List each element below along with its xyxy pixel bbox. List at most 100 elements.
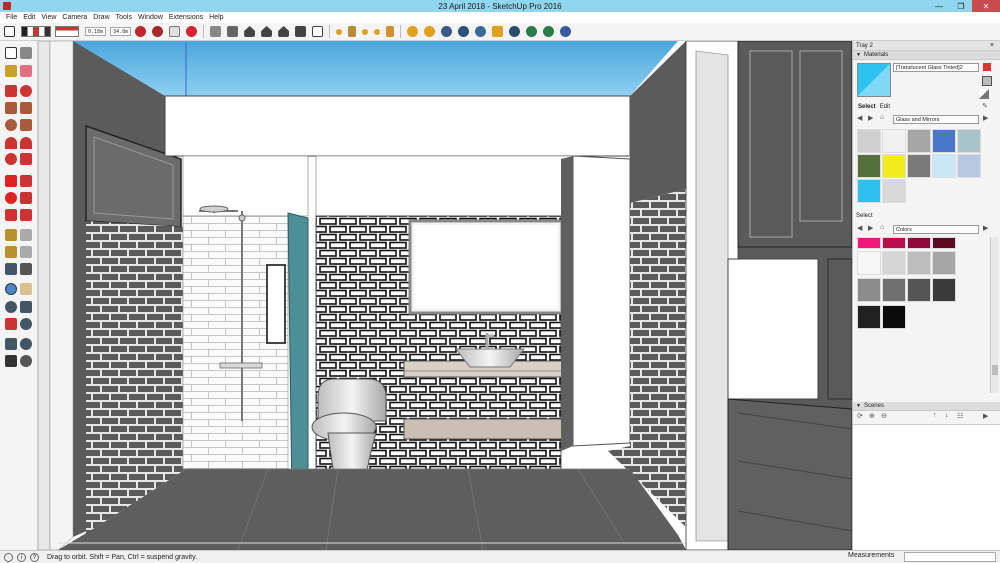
menu-file[interactable]: File [3, 14, 20, 21]
color-swatch[interactable] [857, 237, 881, 249]
material-swatch[interactable] [957, 154, 981, 178]
look-around-icon[interactable] [20, 338, 32, 350]
tape-measure-icon[interactable] [5, 229, 17, 241]
create-material-icon[interactable] [983, 63, 991, 71]
line-tool-icon[interactable] [5, 85, 17, 97]
earth-icon[interactable] [475, 26, 487, 37]
shadow-icon[interactable] [407, 26, 419, 37]
photo-match-icon[interactable] [509, 26, 521, 37]
scrollbar-thumb[interactable] [992, 365, 998, 375]
material-name-field[interactable]: [Translucent Glass Tinted]2 [893, 63, 979, 72]
drape-icon[interactable] [386, 26, 395, 37]
sandbox-icon[interactable] [336, 28, 343, 35]
color-swatch[interactable] [932, 278, 956, 302]
rotated-rect-icon[interactable] [20, 102, 32, 114]
outliner-icon[interactable] [543, 26, 555, 37]
menu-view[interactable]: View [38, 14, 59, 21]
material-library-select[interactable]: Glass and Mirrors [893, 115, 979, 124]
color-swatch[interactable] [882, 251, 906, 275]
color-swatch[interactable] [932, 251, 956, 275]
minimize-button[interactable]: — [928, 0, 950, 12]
zoom-window-icon[interactable] [20, 301, 32, 313]
geo-location-icon[interactable] [4, 552, 13, 562]
menu-edit[interactable]: Edit [20, 14, 38, 21]
color-swatch[interactable] [857, 278, 881, 302]
material-swatch[interactable] [907, 154, 931, 178]
extension-icon[interactable] [186, 26, 198, 37]
forward-arrow-icon[interactable]: ▶ [868, 114, 873, 122]
push-pull-icon[interactable] [20, 175, 32, 187]
section-plane-icon[interactable] [20, 355, 32, 367]
material-swatch[interactable] [957, 129, 981, 153]
colors-home-icon[interactable]: ⌂ [880, 224, 884, 231]
ruler-scale-icon[interactable] [55, 26, 79, 37]
pie-icon[interactable] [20, 153, 32, 165]
color-swatch[interactable] [882, 278, 906, 302]
help-icon[interactable]: ? [30, 552, 39, 562]
color-swatch[interactable] [907, 251, 931, 275]
terrain-icon[interactable] [348, 26, 357, 37]
add-scene-icon[interactable]: ⊕ [869, 412, 875, 420]
scene-details-icon[interactable]: ▶ [983, 412, 988, 420]
menu-window[interactable]: Window [135, 14, 166, 21]
zoom-extents-icon[interactable] [5, 318, 17, 330]
group-icon[interactable] [227, 26, 239, 37]
dimension-icon[interactable] [20, 229, 32, 241]
colors-forward-icon[interactable]: ▶ [868, 224, 873, 232]
home-icon[interactable]: ⌂ [880, 114, 884, 121]
component-tool-icon[interactable] [20, 47, 32, 59]
back-arrow-icon[interactable]: ◀ [857, 114, 862, 122]
material-swatch[interactable] [882, 179, 906, 203]
house-right-icon[interactable] [295, 26, 307, 37]
house-back-icon[interactable] [312, 26, 324, 37]
material-swatch[interactable] [932, 129, 956, 153]
close-button[interactable]: ✕ [972, 0, 1000, 12]
color-swatch[interactable] [882, 305, 906, 329]
menu-extensions[interactable]: Extensions [166, 14, 206, 21]
move-tool-icon[interactable] [5, 175, 17, 187]
paint-bucket-icon[interactable] [5, 65, 17, 77]
details-arrow-icon[interactable]: ▶ [983, 114, 988, 122]
color-swatch[interactable] [882, 237, 906, 249]
house-iso-icon[interactable] [244, 26, 256, 37]
axes-tool-icon[interactable] [5, 263, 17, 275]
colors-back-icon[interactable]: ◀ [857, 224, 862, 232]
3d-viewport[interactable] [38, 41, 852, 550]
material-swatch[interactable] [857, 129, 881, 153]
fog-icon[interactable] [424, 26, 436, 37]
materials-panel-header[interactable]: ▼ Materials [853, 51, 1000, 60]
two-point-arc-icon[interactable] [20, 137, 32, 149]
color-swatch[interactable] [857, 251, 881, 275]
smoove-icon[interactable] [362, 28, 369, 35]
ruby-console-icon[interactable] [152, 26, 164, 37]
material-swatch[interactable] [857, 179, 881, 203]
ruby-gem-icon[interactable] [135, 26, 147, 37]
colors-details-icon[interactable]: ▶ [983, 224, 988, 232]
three-point-arc-icon[interactable] [5, 153, 17, 165]
info-icon[interactable]: i [17, 552, 26, 562]
layer-icon[interactable] [526, 26, 538, 37]
eraser-icon[interactable] [20, 65, 32, 77]
menu-help[interactable]: Help [206, 14, 226, 21]
material-swatch[interactable] [882, 129, 906, 153]
select-arrow-icon[interactable] [4, 26, 15, 37]
refresh-scene-icon[interactable]: ⟳ [857, 412, 863, 420]
scene-down-icon[interactable]: ↓ [945, 412, 949, 419]
colors-library-select[interactable]: Colors [893, 225, 979, 234]
scene-icon[interactable] [560, 26, 572, 37]
house-top-icon[interactable] [261, 26, 273, 37]
walk-tool-icon[interactable] [5, 355, 17, 367]
remove-scene-icon[interactable]: ⊖ [881, 412, 887, 420]
default-material-icon[interactable] [982, 76, 992, 86]
measurements-input[interactable] [904, 552, 996, 562]
style-preview-icon[interactable] [21, 26, 51, 37]
material-swatch[interactable] [932, 154, 956, 178]
colors-scrollbar[interactable] [990, 237, 998, 393]
text-tool-icon[interactable] [20, 246, 32, 258]
follow-me-icon[interactable] [20, 192, 32, 204]
color-swatch[interactable] [907, 237, 931, 249]
menu-draw[interactable]: Draw [90, 14, 112, 21]
geo-icon[interactable] [441, 26, 453, 37]
rotate-tool-icon[interactable] [5, 192, 17, 204]
menu-tools[interactable]: Tools [113, 14, 135, 21]
